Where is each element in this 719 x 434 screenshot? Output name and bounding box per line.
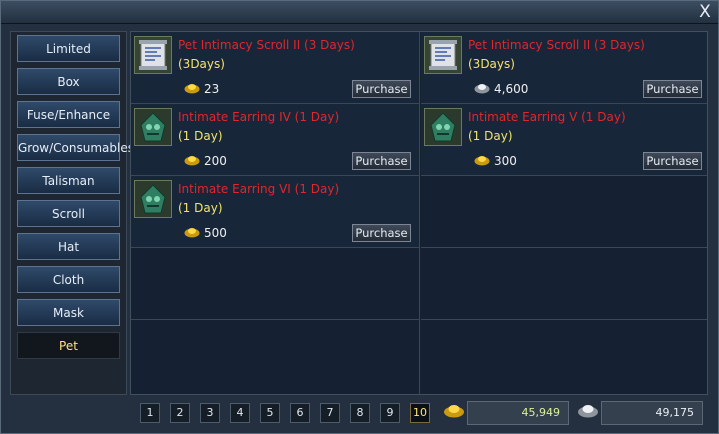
- category-mask[interactable]: Mask: [17, 299, 120, 326]
- item-price-value: 300: [494, 154, 517, 168]
- item-price-value: 23: [204, 82, 220, 96]
- category-talisman[interactable]: Talisman: [17, 167, 120, 194]
- gold-ingot-icon: [184, 228, 200, 238]
- item-name: Intimate Earring VI (1 Day): [178, 182, 340, 196]
- category-pet[interactable]: Pet: [17, 332, 120, 359]
- gold-ingot-icon: [184, 156, 200, 166]
- category-box[interactable]: Box: [17, 68, 120, 95]
- silver-ingot-icon: [474, 84, 490, 94]
- purchase-button[interactable]: Purchase: [643, 152, 702, 170]
- item-duration: (1 Day): [178, 129, 223, 143]
- scroll-icon[interactable]: [424, 36, 462, 74]
- close-button[interactable]: X: [696, 2, 714, 22]
- category-sidebar: Limited Box Fuse/Enhance Grow/Consumable…: [10, 31, 134, 395]
- page-button-6[interactable]: 6: [290, 403, 310, 423]
- shop-window: X Limited Box Fuse/Enhance Grow/Consumab…: [0, 0, 719, 434]
- purchase-button[interactable]: Purchase: [352, 224, 411, 242]
- silver-balance: 49,175: [601, 401, 703, 425]
- page-button-7[interactable]: 7: [320, 403, 340, 423]
- category-hat[interactable]: Hat: [17, 233, 120, 260]
- page-button-2[interactable]: 2: [170, 403, 190, 423]
- gold-ingot-icon: [184, 84, 200, 94]
- item-name: Pet Intimacy Scroll II (3 Days): [178, 38, 355, 52]
- purchase-button[interactable]: Purchase: [643, 80, 702, 98]
- page-button-8[interactable]: 8: [350, 403, 370, 423]
- item-slot: Pet Intimacy Scroll II (3 Days) (3Days) …: [131, 32, 420, 104]
- page-button-9[interactable]: 9: [380, 403, 400, 423]
- category-scroll[interactable]: Scroll: [17, 200, 120, 227]
- item-name: Pet Intimacy Scroll II (3 Days): [468, 38, 645, 52]
- item-name: Intimate Earring IV (1 Day): [178, 110, 340, 124]
- item-duration: (3Days): [178, 57, 225, 71]
- silver-ingot-icon: [578, 405, 598, 418]
- empty-item-slot: [421, 176, 707, 248]
- page-button-10[interactable]: 10: [410, 403, 430, 423]
- purchase-button[interactable]: Purchase: [352, 80, 411, 98]
- empty-item-slot: [421, 248, 707, 320]
- item-name: Intimate Earring V (1 Day): [468, 110, 626, 124]
- item-price-value: 200: [204, 154, 227, 168]
- empty-item-slot: [131, 320, 420, 394]
- page-button-5[interactable]: 5: [260, 403, 280, 423]
- earring-icon[interactable]: [134, 108, 172, 146]
- category-limited[interactable]: Limited: [17, 35, 120, 62]
- gold-ingot-icon: [474, 156, 490, 166]
- scroll-icon[interactable]: [134, 36, 172, 74]
- item-grid: Pet Intimacy Scroll II (3 Days) (3Days) …: [130, 31, 708, 395]
- earring-icon[interactable]: [424, 108, 462, 146]
- page-button-1[interactable]: 1: [140, 403, 160, 423]
- item-slot: Pet Intimacy Scroll II (3 Days) (3Days) …: [421, 32, 707, 104]
- purchase-button[interactable]: Purchase: [352, 152, 411, 170]
- item-duration: (1 Day): [178, 201, 223, 215]
- item-duration: (1 Day): [468, 129, 513, 143]
- category-cloth[interactable]: Cloth: [17, 266, 120, 293]
- item-price-value: 4,600: [494, 82, 529, 96]
- item-duration: (3Days): [468, 57, 515, 71]
- category-fuse-enhance[interactable]: Fuse/Enhance: [17, 101, 120, 128]
- item-slot: Intimate Earring V (1 Day) (1 Day) 300 P…: [421, 104, 707, 176]
- title-bar: X: [1, 1, 718, 24]
- item-slot: Intimate Earring VI (1 Day) (1 Day) 500 …: [131, 176, 420, 248]
- earring-icon[interactable]: [134, 180, 172, 218]
- category-grow-consumables[interactable]: Grow/Consumables: [17, 134, 134, 161]
- gold-ingot-icon: [444, 405, 464, 418]
- shop-footer: 1 2 3 4 5 6 7 8 9 10 45,949 49,175: [131, 394, 707, 428]
- item-slot: Intimate Earring IV (1 Day) (1 Day) 200 …: [131, 104, 420, 176]
- item-price-value: 500: [204, 226, 227, 240]
- page-button-4[interactable]: 4: [230, 403, 250, 423]
- empty-item-slot: [131, 248, 420, 320]
- page-button-3[interactable]: 3: [200, 403, 220, 423]
- gold-balance: 45,949: [467, 401, 569, 425]
- empty-item-slot: [421, 320, 707, 394]
